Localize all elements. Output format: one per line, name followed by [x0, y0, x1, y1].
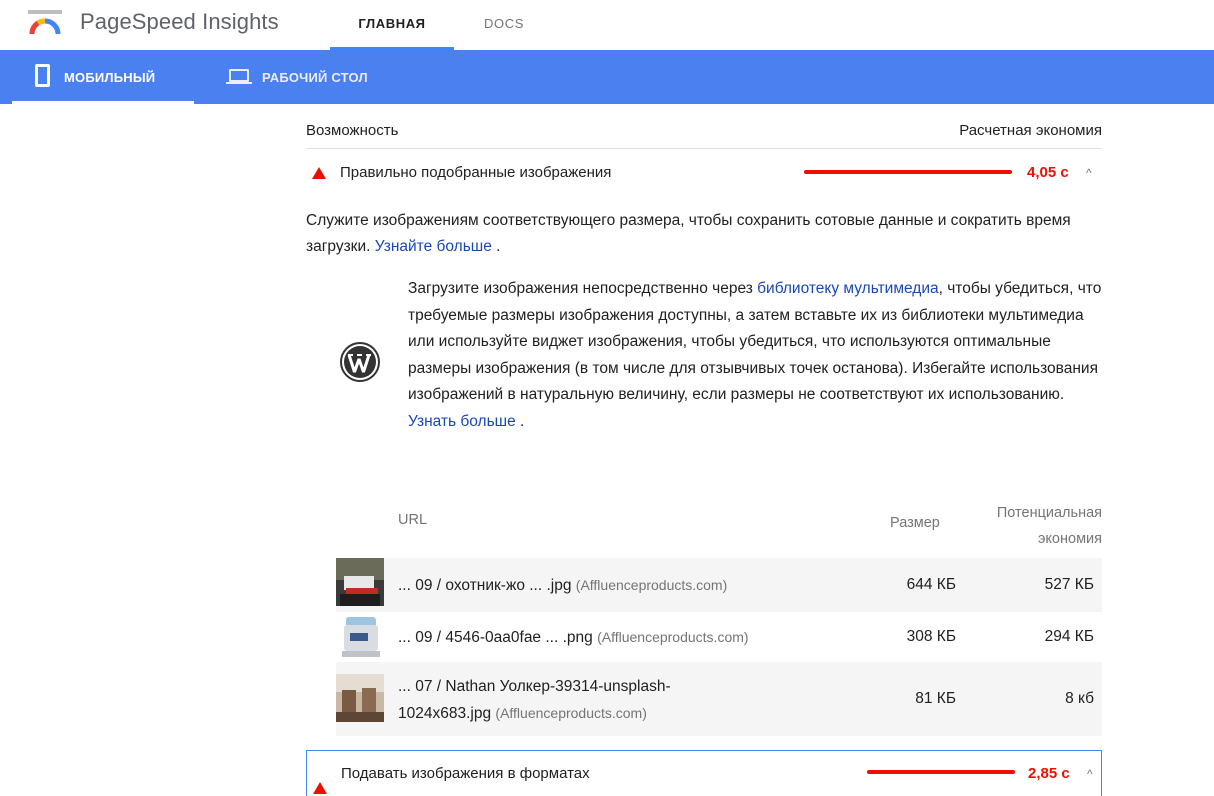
size-cell: 308 КБ [906, 628, 956, 645]
laptop-icon [226, 69, 252, 85]
size-cell: 81 КБ [915, 690, 956, 707]
savings-bar [804, 170, 1012, 174]
audit-description: Служите изображениям соответствующего ра… [306, 212, 1071, 255]
size-cell: 644 КБ [906, 576, 956, 593]
smartphone-icon [35, 64, 50, 87]
tab-mobile[interactable]: МОБИЛЬНЫЙ [12, 50, 194, 104]
column-savings-header: Расчетная экономия [959, 122, 1102, 139]
savings-cell: 294 КБ [1044, 628, 1094, 645]
url-cell[interactable]: ... 07 / Nathan Уолкер-39314-unsplash- 1… [398, 674, 818, 727]
table-header-potential-savings: Потенциальная экономия [996, 505, 1102, 547]
table-row: ... 07 / Nathan Уолкер-39314-unsplash- 1… [336, 662, 1102, 736]
audit-next-gen-formats[interactable]: Подавать изображения в форматах 2,85 с ^ [306, 750, 1102, 796]
image-thumbnail [336, 613, 384, 661]
savings-value: 2,85 с [1028, 765, 1070, 782]
wordpress-icon [340, 342, 380, 382]
chevron-up-icon[interactable]: ^ [1087, 767, 1093, 781]
savings-value: 4,05 с [1027, 164, 1069, 181]
audit-properly-size-images[interactable]: Правильно подобранные изображения 4,05 с… [306, 150, 1102, 194]
savings-cell: 8 кб [1065, 690, 1094, 707]
url-cell[interactable]: ... 09 / 4546-0aa0fae ... .png (Affluenc… [398, 624, 818, 651]
table-row: ... 09 / охотник-жо ... .jpg (Affluencep… [336, 558, 1102, 612]
savings-cell: 527 КБ [1044, 576, 1094, 593]
learn-more-link[interactable]: Узнайте больше [375, 238, 492, 255]
tab-docs[interactable]: DOCS [484, 16, 524, 50]
learn-more-link-2[interactable]: Узнать больше [408, 413, 516, 430]
fail-triangle-icon [313, 782, 327, 794]
divider [306, 148, 1102, 149]
tab-mobile-label: МОБИЛЬНЫЙ [64, 70, 156, 85]
stack-pack-text: Загрузите изображения непосредственно че… [408, 280, 1102, 430]
top-header: PageSpeed Insights ГЛАВНАЯ DOCS [0, 0, 1214, 50]
app-title: PageSpeed Insights [80, 9, 279, 34]
tab-home[interactable]: ГЛАВНАЯ [330, 16, 454, 50]
image-thumbnail [336, 674, 384, 722]
table-row: ... 09 / 4546-0aa0fae ... .png (Affluenc… [336, 612, 1102, 662]
fail-triangle-icon [312, 167, 326, 179]
device-tabs-bar: МОБИЛЬНЫЙ РАБОЧИЙ СТОЛ [0, 50, 1214, 104]
tab-desktop-label: РАБОЧИЙ СТОЛ [262, 70, 368, 85]
table-header-url: URL [398, 512, 428, 528]
pagespeed-logo-icon [28, 10, 62, 35]
tab-desktop[interactable]: РАБОЧИЙ СТОЛ [222, 50, 402, 104]
audit-title: Правильно подобранные изображения [340, 164, 612, 181]
image-thumbnail [336, 558, 384, 606]
audit-title: Подавать изображения в форматах [341, 765, 590, 782]
column-opportunity-header: Возможность [306, 122, 399, 139]
savings-bar [867, 770, 1015, 774]
url-cell[interactable]: ... 09 / охотник-жо ... .jpg (Affluencep… [398, 572, 818, 599]
table-header-size: Размер [890, 515, 940, 531]
media-library-link[interactable]: библиотеку мультимедиа [757, 280, 938, 297]
chevron-up-icon[interactable]: ^ [1086, 166, 1092, 180]
